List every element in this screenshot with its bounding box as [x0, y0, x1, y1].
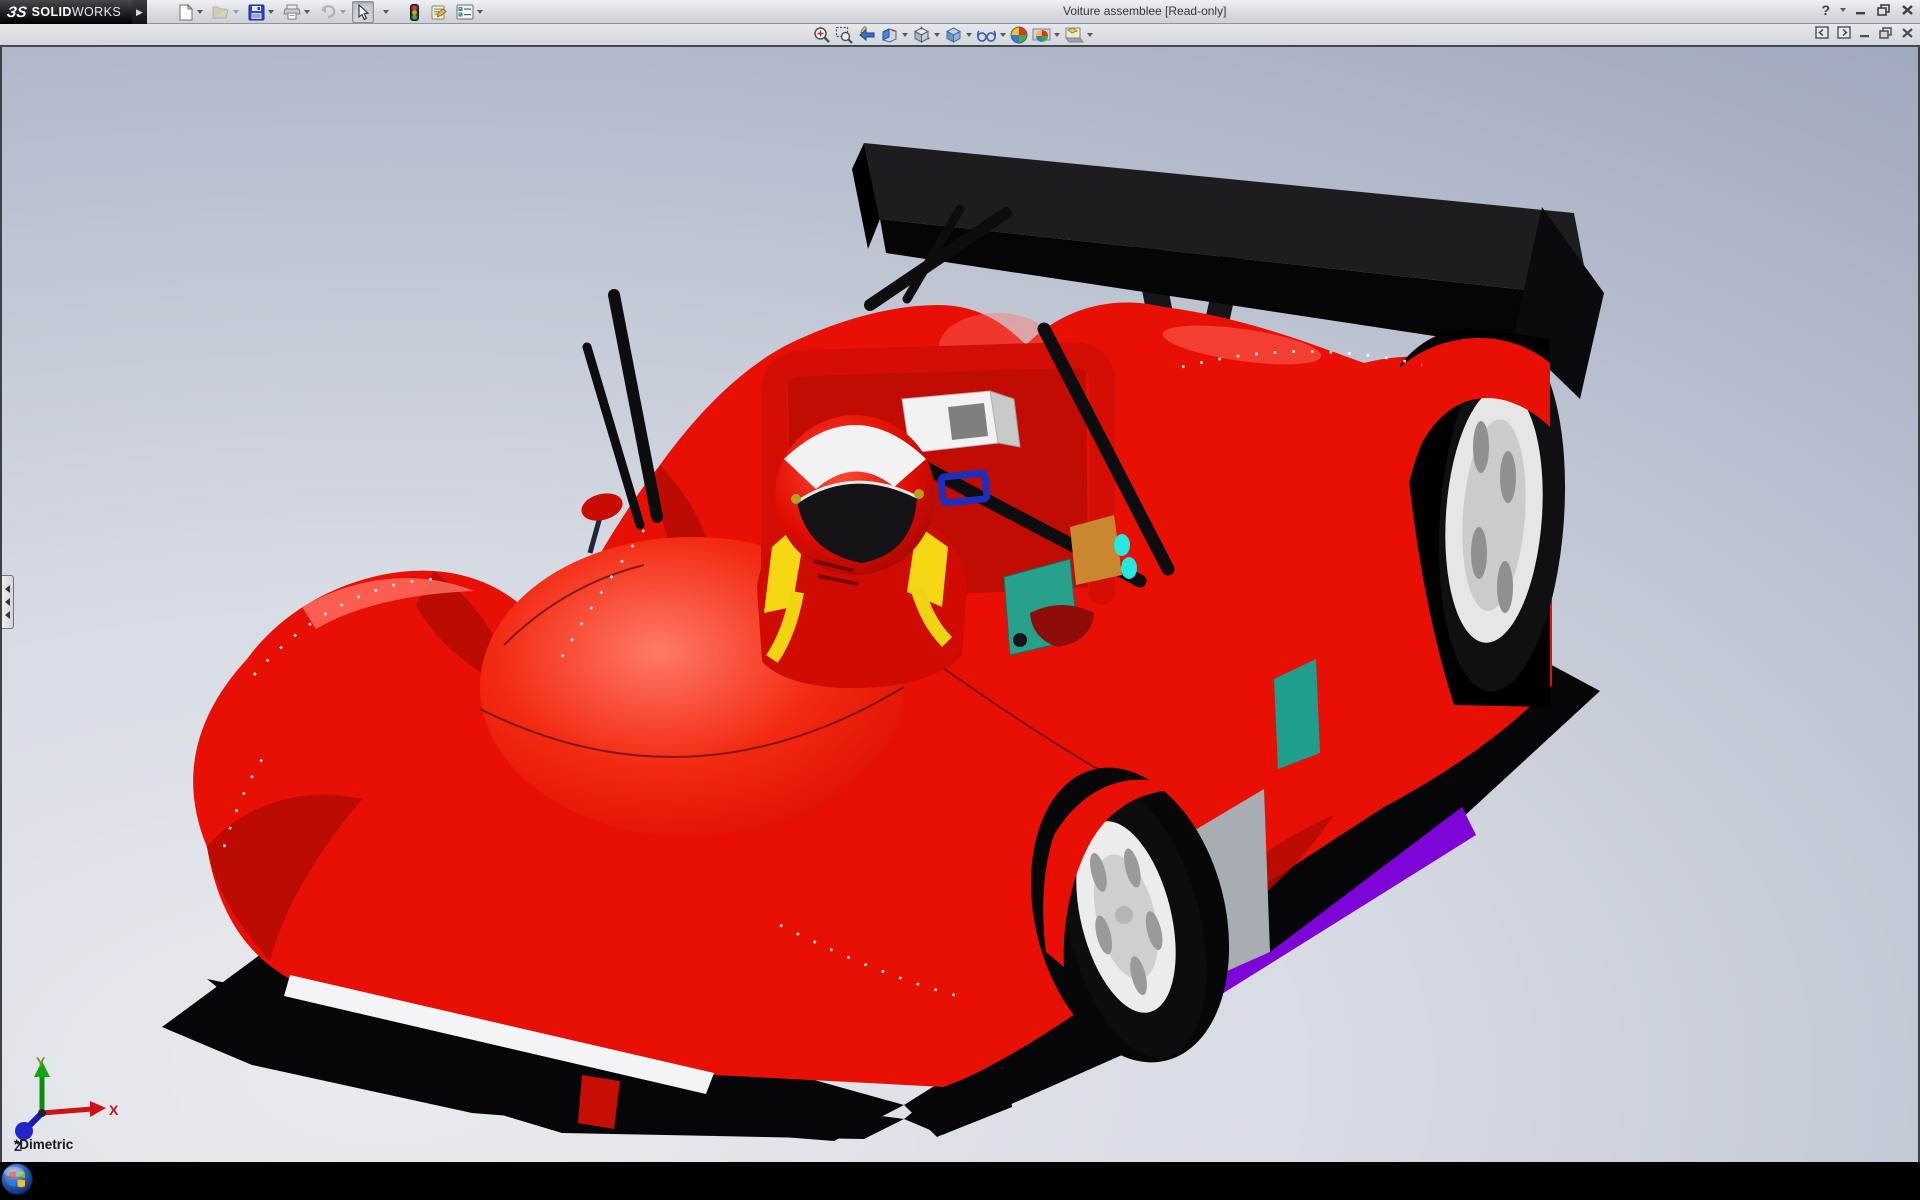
select-button[interactable] [352, 1, 374, 23]
windows-taskbar: e C:\_ [0, 1162, 1920, 1200]
view-settings-button[interactable] [1063, 25, 1094, 45]
options-button[interactable] [453, 1, 486, 23]
previous-view-icon [857, 26, 876, 44]
solidworks-window: ЗS SOLIDWORKS ▶ [0, 0, 1920, 1200]
file-properties-icon [429, 4, 447, 21]
menu-expand-button[interactable]: ▶ [132, 0, 147, 24]
chevron-down-icon[interactable] [383, 10, 389, 14]
view-orientation-button[interactable] [911, 25, 941, 45]
zoom-to-fit-button[interactable] [812, 25, 832, 45]
restore-document-button[interactable] [1879, 26, 1893, 44]
car-model-render [2, 47, 1920, 1162]
restore-button[interactable] [1876, 2, 1892, 18]
close-icon [1901, 27, 1914, 39]
triad-x-label: X [109, 1102, 119, 1118]
restore-icon [1877, 4, 1891, 16]
appearance-sphere-icon [1010, 26, 1028, 44]
heads-up-bar [0, 24, 1920, 47]
open-icon [212, 4, 230, 20]
view-orientation-label: *Dimetric [14, 1137, 73, 1152]
chevron-down-icon[interactable] [1054, 33, 1060, 37]
apply-scene-button[interactable] [1031, 25, 1061, 45]
hide-show-items-button[interactable] [975, 25, 1007, 45]
chevron-down-icon[interactable] [966, 33, 972, 37]
print-button[interactable] [280, 1, 313, 23]
triangle-left-icon [5, 598, 10, 606]
edit-appearance-button[interactable] [1009, 25, 1029, 45]
display-style-button[interactable] [943, 25, 973, 45]
document-window-controls [1815, 26, 1914, 44]
solidworks-logo: ЗS SOLIDWORKS [0, 0, 132, 24]
save-button[interactable] [245, 1, 277, 23]
minimize-icon [1855, 4, 1867, 16]
restore-icon [1879, 27, 1893, 39]
eyeglasses-icon [976, 26, 997, 44]
triangle-left-icon [5, 585, 10, 593]
display-style-icon [944, 26, 963, 44]
chevron-down-icon[interactable] [1087, 33, 1093, 37]
chevron-down-icon[interactable] [268, 10, 274, 14]
window-controls: ? [1821, 2, 1915, 18]
undo-button[interactable] [316, 1, 349, 23]
pane-left-icon [1815, 26, 1829, 39]
section-view-icon [880, 26, 899, 44]
zoom-to-area-button[interactable] [834, 25, 854, 45]
close-icon [1901, 4, 1914, 16]
triad-y-label: Y [36, 1055, 46, 1070]
rebuild-button[interactable] [406, 1, 423, 23]
file-properties-button[interactable] [426, 1, 450, 23]
chevron-down-icon[interactable] [934, 33, 940, 37]
show-featuremanager-pane-button[interactable] [1815, 26, 1829, 44]
minimize-button[interactable] [1853, 2, 1869, 18]
close-button[interactable] [1899, 2, 1915, 18]
help-button[interactable]: ? [1821, 2, 1830, 18]
save-icon [248, 4, 265, 21]
rebuild-traffic-light-icon [409, 4, 420, 21]
close-document-button[interactable] [1901, 26, 1914, 44]
heads-up-view-toolbar [812, 25, 1094, 45]
open-button[interactable] [209, 1, 242, 23]
standard-toolbar [174, 0, 486, 24]
section-view-button[interactable] [879, 25, 909, 45]
view-settings-icon [1064, 26, 1084, 44]
options-icon [456, 4, 474, 20]
view-orientation-icon [912, 26, 931, 44]
minimize-document-button[interactable] [1859, 26, 1871, 44]
apply-scene-icon [1032, 26, 1051, 44]
brand-works-text: WORKS [72, 5, 121, 19]
pane-right-icon [1837, 26, 1851, 39]
zoom-to-fit-icon [813, 26, 831, 44]
chevron-down-icon[interactable] [304, 10, 310, 14]
brand-solid-text: SOLID [32, 5, 72, 19]
chevron-down-icon[interactable] [197, 10, 203, 14]
graphics-area[interactable]: Y X Z *Dimetric [0, 47, 1920, 1162]
mirror-block [902, 391, 1020, 453]
chevron-down-icon[interactable] [477, 10, 483, 14]
show-display-pane-button[interactable] [1837, 26, 1851, 44]
windows-start-icon [0, 1162, 34, 1196]
chevron-down-icon[interactable] [902, 33, 908, 37]
new-document-icon [177, 4, 194, 21]
solidworks-logo-mark: ЗS [6, 4, 28, 21]
start-button[interactable] [0, 1162, 1920, 1200]
chevron-down-icon[interactable] [233, 10, 239, 14]
help-chevron-icon[interactable] [1840, 8, 1846, 12]
zoom-to-area-icon [835, 26, 853, 44]
document-title: Voiture assemblee [Read-only] [1063, 4, 1226, 18]
chevron-down-icon[interactable] [1000, 33, 1006, 37]
featuremanager-splitter-tab[interactable] [2, 575, 14, 629]
previous-view-button[interactable] [856, 25, 877, 45]
chevron-down-icon[interactable] [340, 10, 346, 14]
triangle-left-icon [5, 611, 10, 619]
select-cursor-icon [355, 4, 371, 21]
new-document-button[interactable] [174, 1, 206, 23]
select-flyout-button[interactable] [377, 1, 392, 23]
title-bar: ЗS SOLIDWORKS ▶ [0, 0, 1920, 24]
undo-icon [319, 4, 337, 20]
minimize-icon [1859, 27, 1871, 39]
print-icon [283, 4, 301, 20]
